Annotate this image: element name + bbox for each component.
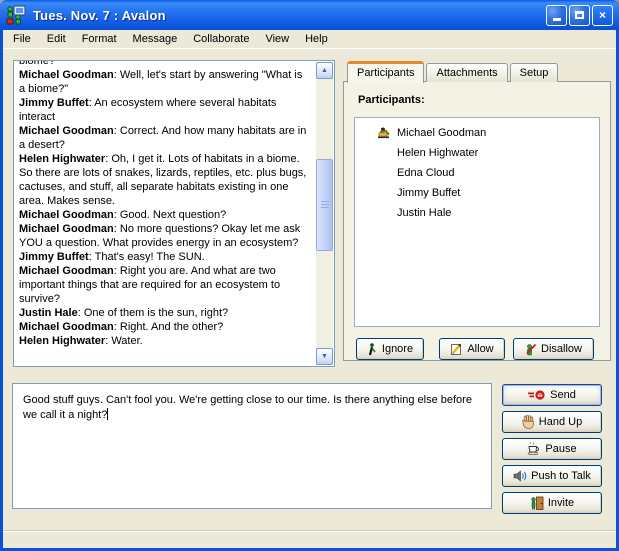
invite-label: Invite: [548, 497, 574, 509]
app-icon: [6, 5, 28, 25]
status-bar: [3, 530, 616, 548]
menu-collaborate[interactable]: Collaborate: [185, 31, 257, 47]
participant-name: Michael Goodman: [397, 127, 486, 139]
invite-button[interactable]: Invite: [502, 492, 602, 514]
hand-up-label: Hand Up: [539, 416, 582, 428]
allow-button[interactable]: Allow: [439, 338, 505, 360]
raised-hand-icon: [522, 415, 535, 429]
participant-row[interactable]: Jimmy Buffet: [355, 184, 599, 202]
chat-message: Helen HighwaterWater.: [19, 334, 310, 348]
disallow-label: Disallow: [541, 343, 582, 355]
scroll-down-arrow-icon[interactable]: ▼: [316, 348, 333, 365]
coffee-cup-icon: [527, 442, 541, 456]
chat-message: Michael GoodmanGood. Next question?: [19, 208, 310, 222]
close-icon: ×: [599, 9, 606, 21]
pencil-paper-icon: [450, 343, 463, 356]
message-input[interactable]: Good stuff guys. Can't fool you. We're g…: [12, 383, 492, 509]
tab-participants[interactable]: Participants: [347, 61, 424, 83]
message-input-text: Good stuff guys. Can't fool you. We're g…: [23, 394, 472, 421]
participant-row[interactable]: Helen Highwater: [355, 144, 599, 162]
participant-name: Jimmy Buffet: [397, 187, 460, 199]
chat-message: Jimmy BuffetAn ecosystem where several h…: [19, 96, 310, 124]
menu-view[interactable]: View: [257, 31, 297, 47]
close-button[interactable]: ×: [592, 5, 613, 26]
chat-messages: biome? Michael GoodmanWell, let's start …: [14, 60, 316, 350]
participant-name: Helen Highwater: [397, 147, 478, 159]
menu-edit[interactable]: Edit: [39, 31, 74, 47]
chat-message: Jimmy BuffetThat's easy! The SUN.: [19, 250, 310, 264]
maximize-button[interactable]: [569, 5, 590, 26]
participants-panel: Participants: Michael Goodman Helen High…: [343, 81, 611, 361]
menu-help[interactable]: Help: [297, 31, 336, 47]
speaker-icon: [513, 470, 527, 482]
participant-name: Justin Hale: [397, 207, 451, 219]
chat-message: Michael GoodmanCorrect. And how many hab…: [19, 124, 310, 152]
client-area: biome? Michael GoodmanWell, let's start …: [3, 49, 616, 548]
send-button[interactable]: Send: [502, 384, 602, 406]
pause-button[interactable]: Pause: [502, 438, 602, 460]
door-person-icon: [530, 496, 544, 510]
menu-file[interactable]: File: [5, 31, 39, 47]
participant-row[interactable]: Justin Hale: [355, 204, 599, 222]
tab-strip: Participants Attachments Setup: [347, 61, 560, 82]
participant-row[interactable]: Edna Cloud: [355, 164, 599, 182]
chat-message: Michael GoodmanRight. And the other?: [19, 320, 310, 334]
ignore-label: Ignore: [382, 343, 413, 355]
menu-message[interactable]: Message: [125, 31, 186, 47]
menubar: File Edit Format Message Collaborate Vie…: [3, 30, 616, 49]
minimize-button[interactable]: [546, 5, 567, 26]
send-label: Send: [550, 389, 576, 401]
minimize-icon: [553, 18, 561, 21]
presenter-icon: [377, 127, 391, 139]
participant-name: Edna Cloud: [397, 167, 455, 179]
participant-row[interactable]: Michael Goodman: [355, 124, 599, 142]
chat-message: biome?: [19, 60, 310, 68]
hand-up-button[interactable]: Hand Up: [502, 411, 602, 433]
chat-message: Michael GoodmanNo more questions? Okay l…: [19, 222, 310, 250]
tab-attachments[interactable]: Attachments: [426, 63, 507, 82]
push-to-talk-button[interactable]: Push to Talk: [502, 465, 602, 487]
chat-transcript[interactable]: biome? Michael GoodmanWell, let's start …: [13, 60, 335, 367]
menu-format[interactable]: Format: [74, 31, 125, 47]
ignore-button[interactable]: Ignore: [356, 338, 424, 360]
push-to-talk-label: Push to Talk: [531, 470, 591, 482]
scroll-up-arrow-icon[interactable]: ▲: [316, 62, 333, 79]
person-red-slash-icon: [525, 343, 537, 356]
scrollbar-grip: [321, 201, 329, 209]
titlebar[interactable]: Tues. Nov. 7 : Avalon ×: [0, 0, 619, 30]
transcript-scrollbar[interactable]: ▲ ▼: [316, 62, 333, 365]
tab-setup[interactable]: Setup: [510, 63, 559, 82]
pause-label: Pause: [545, 443, 576, 455]
maximize-icon: [575, 11, 584, 19]
chat-message: Justin HaleOne of them is the sun, right…: [19, 306, 310, 320]
window-title: Tues. Nov. 7 : Avalon: [33, 8, 546, 23]
participants-label: Participants:: [358, 94, 425, 106]
disallow-button[interactable]: Disallow: [513, 338, 594, 360]
text-caret: [107, 408, 108, 420]
express-send-icon: [528, 389, 546, 401]
participants-list[interactable]: Michael Goodman Helen Highwater Edna Clo…: [354, 117, 600, 327]
chat-message: Michael GoodmanRight you are. And what a…: [19, 264, 310, 306]
chat-message: Helen HighwaterOh, I get it. Lots of hab…: [19, 152, 310, 208]
allow-label: Allow: [467, 343, 493, 355]
chat-message: Michael GoodmanWell, let's start by answ…: [19, 68, 310, 96]
scrollbar-thumb[interactable]: [316, 159, 333, 251]
ignore-person-icon: [367, 343, 378, 356]
app-window: Tues. Nov. 7 : Avalon × File Edit Format…: [0, 0, 619, 551]
